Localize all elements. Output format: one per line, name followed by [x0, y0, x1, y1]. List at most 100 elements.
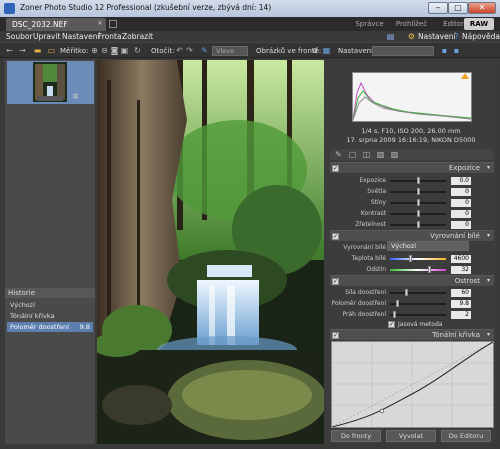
menu-soubor[interactable]: Soubor: [6, 32, 33, 41]
chevron-down-icon: ▾: [486, 232, 490, 239]
zretelnost-value[interactable]: 0: [451, 221, 471, 229]
left-panel: [5, 60, 95, 444]
menu-right-nastaveni[interactable]: Nastavení: [418, 32, 456, 41]
section-curve-header[interactable]: ✓ Tónální křivka ▾: [330, 329, 494, 340]
close-tab-icon[interactable]: ×: [97, 19, 103, 27]
tool-crop-icon[interactable]: ▢: [348, 150, 357, 159]
wb-enable-checkbox[interactable]: ✓: [332, 233, 339, 240]
tool-pencil-icon[interactable]: ✎: [334, 150, 343, 159]
menu-nastaveni[interactable]: Nastavení: [62, 32, 100, 41]
zoom-out-icon[interactable]: ⊖: [100, 46, 109, 55]
queue-icon[interactable]: ▦: [322, 46, 331, 55]
temp-value[interactable]: 4600: [451, 255, 471, 263]
polomer-value[interactable]: 9.8: [451, 300, 471, 308]
slider-knob[interactable]: [396, 300, 399, 307]
to-editor-button[interactable]: Do Editoru: [441, 430, 491, 442]
jasova-metoda-checkbox[interactable]: ✓: [388, 321, 395, 328]
develop-button[interactable]: Vyvolat: [386, 430, 436, 442]
menu-zobrazit[interactable]: Zobrazit: [122, 32, 153, 41]
rotate-right-icon[interactable]: ↷: [185, 46, 194, 55]
section-wb-title: Vyrovnání bílé: [430, 232, 480, 240]
tab-prohlizec[interactable]: Prohlížeč: [394, 18, 429, 30]
temp-slider[interactable]: [390, 258, 446, 260]
menu-upravit[interactable]: Upravit: [33, 32, 60, 41]
chevron-down-icon: ▾: [486, 331, 490, 338]
slider-knob[interactable]: [405, 289, 408, 296]
image-thumbnail[interactable]: [33, 62, 67, 102]
menu-napoveda[interactable]: Nápověda: [462, 32, 500, 41]
settings-gear-icon: ⚙: [407, 32, 416, 41]
history-item-vychozi[interactable]: Výchozí: [7, 300, 93, 310]
forward-icon[interactable]: →: [18, 46, 27, 55]
ostrost-enable-checkbox[interactable]: ✓: [332, 278, 339, 285]
history-item-label: Tónální křivka: [10, 312, 55, 320]
white-balance-icon[interactable]: ✎: [200, 46, 209, 55]
direction-dropdown[interactable]: Vlevo: [212, 46, 248, 56]
zoom-100-icon[interactable]: ▣: [120, 46, 129, 55]
tab-spravce[interactable]: Správce: [352, 18, 387, 30]
tool-noise-icon[interactable]: ▨: [390, 150, 399, 159]
queue-label: Obrázků ve frontě:: [256, 47, 322, 55]
help-icon: ?: [454, 32, 459, 41]
fit-icon[interactable]: ▭: [47, 46, 56, 55]
exposure-info: 1/4 s, F10, ISO 200, 26.00 mm: [361, 127, 461, 135]
tone-curve-editor[interactable]: [331, 341, 494, 428]
tool-lens-icon[interactable]: ◫: [362, 150, 371, 159]
stiny-value[interactable]: 0: [451, 199, 471, 207]
sila-slider[interactable]: [390, 292, 446, 294]
section-expozice-header[interactable]: ✓ Expozice ▾: [330, 162, 494, 173]
load-preset-icon[interactable]: ▪: [452, 46, 461, 55]
window-title: Zoner Photo Studio 12 Professional (zkuš…: [20, 3, 272, 12]
chevron-down-icon: ▾: [486, 277, 490, 284]
tint-value[interactable]: 32: [451, 266, 471, 274]
document-tab[interactable]: DSC_2032.NEF ×: [6, 18, 106, 31]
zoom-fit-icon[interactable]: ◙: [110, 46, 119, 55]
zoom-in-icon[interactable]: ⊕: [90, 46, 99, 55]
tab-raw[interactable]: RAW: [464, 18, 494, 30]
section-ostrost-header[interactable]: ✓ Ostrost ▾: [330, 275, 494, 286]
new-tab-icon[interactable]: [109, 20, 117, 28]
slider-knob[interactable]: [417, 199, 420, 206]
kontrast-value[interactable]: 0: [451, 210, 471, 218]
rotate-left-icon[interactable]: ↶: [175, 46, 184, 55]
history-item-tonalni-krivka[interactable]: Tónální křivka: [7, 311, 93, 321]
sila-value[interactable]: 60: [451, 289, 471, 297]
svetla-value[interactable]: 0: [451, 188, 471, 196]
history-item-polomer[interactable]: Poloměr doostření 9.8: [7, 322, 93, 332]
maximize-button[interactable]: □: [448, 2, 468, 14]
panel-tools: ✎ ▢ ◫ ▧ ▨: [330, 149, 494, 160]
expozice-enable-checkbox[interactable]: ✓: [332, 165, 339, 172]
expozice-value[interactable]: 0.0: [451, 177, 471, 185]
section-ostrost-title: Ostrost: [454, 277, 480, 285]
slider-knob[interactable]: [417, 177, 420, 184]
chevron-down-icon: ▾: [486, 164, 490, 171]
rotate-label: Otočit:: [151, 47, 175, 55]
date-camera-info: 17. srpna 2009 16:16:19, NIKON D5000: [346, 136, 476, 144]
layout-icon[interactable]: ▤: [386, 32, 395, 41]
save-preset-icon[interactable]: ▪: [440, 46, 449, 55]
folder-icon[interactable]: ▬: [33, 46, 42, 55]
tool-color-icon[interactable]: ▧: [376, 150, 385, 159]
slider-knob[interactable]: [393, 311, 396, 318]
prah-slider[interactable]: [390, 314, 446, 316]
close-button[interactable]: ✕: [468, 2, 496, 14]
section-wb-header[interactable]: ✓ Vyrovnání bílé ▾: [330, 230, 494, 241]
rotate-icon[interactable]: ↻: [133, 46, 142, 55]
minimize-button[interactable]: ‒: [428, 2, 448, 14]
image-canvas[interactable]: [92, 60, 327, 444]
slider-knob[interactable]: [409, 255, 412, 262]
to-queue-button[interactable]: Do fronty: [331, 430, 381, 442]
slider-knob[interactable]: [417, 221, 420, 228]
menu-fronta[interactable]: Fronta: [98, 32, 122, 41]
back-icon[interactable]: ←: [5, 46, 14, 55]
prah-value[interactable]: 2: [451, 311, 471, 319]
slider-knob[interactable]: [417, 188, 420, 195]
slider-label: Odstín: [366, 266, 386, 273]
settings-dropdown[interactable]: [372, 46, 434, 56]
slider-knob[interactable]: [428, 266, 431, 273]
slider-knob[interactable]: [417, 210, 420, 217]
slider-label: Světla: [367, 188, 386, 195]
wb-mode-dropdown[interactable]: Výchozí: [387, 241, 469, 251]
tint-slider[interactable]: [390, 269, 446, 271]
curve-enable-checkbox[interactable]: ✓: [332, 332, 339, 339]
